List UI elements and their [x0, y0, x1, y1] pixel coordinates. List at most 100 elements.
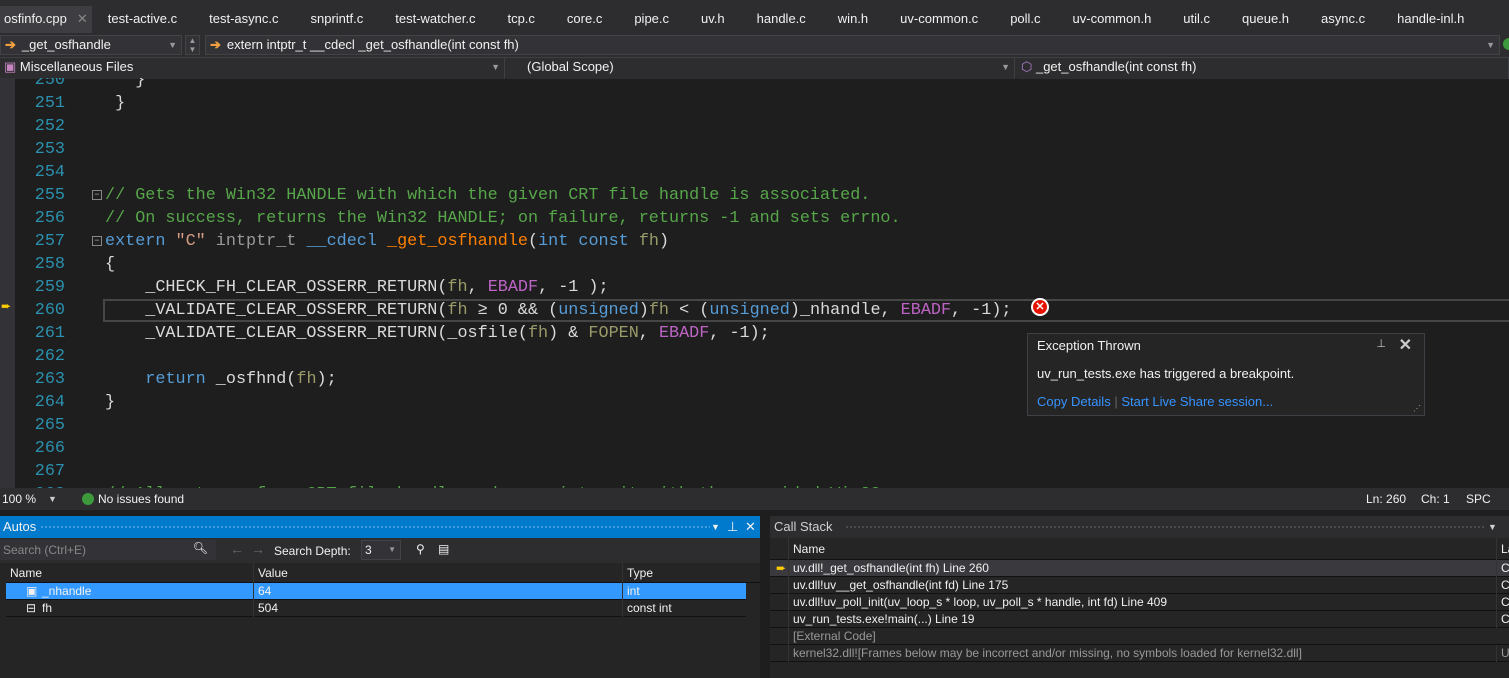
- call-stack-frame[interactable]: kernel32.dll![Frames below may be incorr…: [770, 645, 1509, 662]
- code-line[interactable]: 260 _VALIDATE_CLEAR_OSSERR_RETURN(fh ≥ 0…: [15, 299, 1509, 322]
- member-dropdown[interactable]: ➔ _get_osfhandle ▼: [0, 35, 182, 55]
- pin-icon[interactable]: ⊥: [727, 516, 738, 538]
- code-token: EBADF: [487, 278, 539, 297]
- code-token: FOPEN: [588, 324, 639, 343]
- search-depth-dropdown[interactable]: 3 ▼: [361, 540, 401, 560]
- tab-uv-common-c[interactable]: uv-common.c: [884, 6, 994, 33]
- line-number: 256: [34, 209, 65, 228]
- tab-poll-c[interactable]: poll.c: [994, 6, 1056, 33]
- code-line[interactable]: 253: [15, 138, 1509, 161]
- issues-status[interactable]: No issues found: [98, 488, 184, 510]
- code-token: fh: [638, 232, 659, 251]
- resize-grip-icon[interactable]: ⋰: [1413, 404, 1421, 413]
- tab-snprintf-c[interactable]: snprintf.c: [295, 6, 380, 33]
- chevron-down-icon: ▼: [388, 545, 396, 554]
- tab-async-c[interactable]: async.c: [1305, 6, 1381, 33]
- column-language[interactable]: La: [1496, 538, 1509, 560]
- code-line[interactable]: 255 −// Gets the Win32 HANDLE with which …: [15, 184, 1509, 207]
- dropdown-icon[interactable]: ▼: [1488, 516, 1497, 538]
- copy-details-link[interactable]: Copy Details: [1037, 394, 1111, 409]
- pin-icon[interactable]: ⊥: [1376, 337, 1386, 350]
- line-text: }: [105, 92, 125, 115]
- scope-bar: ▣ Miscellaneous Files ▼ (Global Scope) ▼ ⬡…: [0, 57, 1509, 79]
- column-name[interactable]: Name: [6, 563, 42, 583]
- close-icon[interactable]: ✕: [745, 516, 756, 538]
- live-share-link[interactable]: Start Live Share session...: [1121, 394, 1273, 409]
- tab-label: pipe.c: [634, 11, 670, 26]
- call-stack-frame[interactable]: [External Code]: [770, 628, 1509, 645]
- code-line[interactable]: 250 }: [15, 78, 1509, 92]
- tab-uv-common-h[interactable]: uv-common.h: [1057, 6, 1168, 33]
- tab-tcp-c[interactable]: tcp.c: [491, 6, 550, 33]
- code-token: }: [105, 94, 126, 113]
- code-line[interactable]: 258 {: [15, 253, 1509, 276]
- call-stack-frame[interactable]: uv.dll!uv_poll_init(uv_loop_s * loop, uv…: [770, 594, 1509, 611]
- breakpoint-gutter[interactable]: ➨: [0, 78, 15, 488]
- drag-handle[interactable]: [845, 525, 1485, 530]
- code-editor[interactable]: 250 } 251 } 252 253 254 255−// Gets the Win32…: [15, 78, 1509, 488]
- line-number: 250: [34, 78, 65, 90]
- back-arrow-icon[interactable]: ←: [230, 541, 244, 557]
- code-line[interactable]: 266: [15, 437, 1509, 460]
- hex-display-icon[interactable]: ▤: [438, 542, 449, 556]
- code-line[interactable]: 252: [15, 115, 1509, 138]
- tab-pipe-c[interactable]: pipe.c: [618, 6, 685, 33]
- filter-pin-icon[interactable]: ⚲: [416, 542, 425, 556]
- forward-arrow-icon[interactable]: →: [251, 541, 265, 557]
- autos-row[interactable]: ▣ _nhandle 64 int: [6, 583, 746, 600]
- zoom-level[interactable]: 100 %: [2, 488, 36, 510]
- column-value[interactable]: Value: [253, 563, 288, 583]
- line-number: 262: [34, 347, 65, 366]
- code-line[interactable]: 257 − extern "C" intptr_t __cdecl _get_osf…: [15, 230, 1509, 253]
- fold-toggle-icon[interactable]: −: [92, 236, 102, 246]
- project-dropdown[interactable]: ▣ Miscellaneous Files ▼: [0, 58, 505, 79]
- search-placeholder: Search (Ctrl+E): [3, 543, 87, 557]
- function-dropdown[interactable]: ⬡ _get_osfhandle(int const fh): [1017, 58, 1509, 79]
- call-stack-frame[interactable]: uv.dll!uv__get_osfhandle(int fd) Line 17…: [770, 577, 1509, 594]
- tab-win-h[interactable]: win.h: [822, 6, 884, 33]
- scope-dropdown[interactable]: (Global Scope) ▼: [507, 58, 1015, 79]
- chevron-down-icon: ▼: [1486, 40, 1495, 50]
- frame-language: C: [1496, 611, 1509, 628]
- column-name[interactable]: Name: [788, 538, 825, 560]
- close-icon[interactable]: ✕: [1399, 335, 1412, 355]
- tab-test-watcher-c[interactable]: test-watcher.c: [379, 6, 491, 33]
- tab-util-c[interactable]: util.c: [1167, 6, 1226, 33]
- code-line[interactable]: 259 _CHECK_FH_CLEAR_OSSERR_RETURN(fh, EB…: [15, 276, 1509, 299]
- exception-error-icon[interactable]: ✕: [1031, 298, 1049, 316]
- project-label: Miscellaneous Files: [19, 59, 134, 74]
- drag-handle[interactable]: [40, 525, 710, 530]
- tab-handle-c[interactable]: handle.c: [741, 6, 822, 33]
- line-number: 259: [34, 278, 65, 297]
- search-icon[interactable]: 🔍︎: [193, 541, 208, 555]
- dropdown-icon[interactable]: ▼: [711, 516, 720, 538]
- variable-value[interactable]: 64: [253, 583, 271, 600]
- tab-handle-inl-h[interactable]: handle-inl.h: [1381, 6, 1480, 33]
- tab-queue-h[interactable]: queue.h: [1226, 6, 1305, 33]
- call-stack-frame[interactable]: ➨ uv.dll!_get_osfhandle(int fh) Line 260 C: [770, 560, 1509, 577]
- tab-uv-h[interactable]: uv.h: [685, 6, 741, 33]
- tab-osfinfo-cpp[interactable]: osfinfo.cpp ✕: [0, 6, 92, 33]
- tab-core-c[interactable]: core.c: [551, 6, 618, 33]
- tab-test-active-c[interactable]: test-active.c: [92, 6, 193, 33]
- code-line[interactable]: 256 // On success, returns the Win32 HAND…: [15, 207, 1509, 230]
- zoom-chevron-icon[interactable]: ▼: [48, 488, 57, 510]
- autos-row[interactable]: ⊟ fh 504 const int: [6, 600, 746, 617]
- updown-buttons[interactable]: ▲ ▼: [185, 35, 200, 55]
- signature-dropdown[interactable]: ➔ extern intptr_t __cdecl _get_osfhandle(…: [205, 35, 1500, 55]
- call-stack-header-row: Name La: [770, 538, 1509, 560]
- code-token: , -1 );: [538, 278, 609, 297]
- close-tab-icon[interactable]: ✕: [77, 6, 88, 33]
- code-line[interactable]: 265: [15, 414, 1509, 437]
- autos-search-input[interactable]: Search (Ctrl+E) 🔍︎: [0, 540, 216, 560]
- column-type[interactable]: Type: [622, 563, 653, 583]
- variable-value[interactable]: 504: [253, 600, 278, 617]
- call-stack-frame[interactable]: uv_run_tests.exe!main(...) Line 19 C: [770, 611, 1509, 628]
- code-line[interactable]: 267: [15, 460, 1509, 483]
- code-token: _VALIDATE_CLEAR_OSSERR_RETURN(_osfile(: [105, 324, 528, 343]
- tab-test-async-c[interactable]: test-async.c: [193, 6, 294, 33]
- code-line[interactable]: 254: [15, 161, 1509, 184]
- fold-toggle-icon[interactable]: −: [92, 190, 102, 200]
- variable-type: const int: [622, 600, 672, 617]
- code-line[interactable]: 251 }: [15, 92, 1509, 115]
